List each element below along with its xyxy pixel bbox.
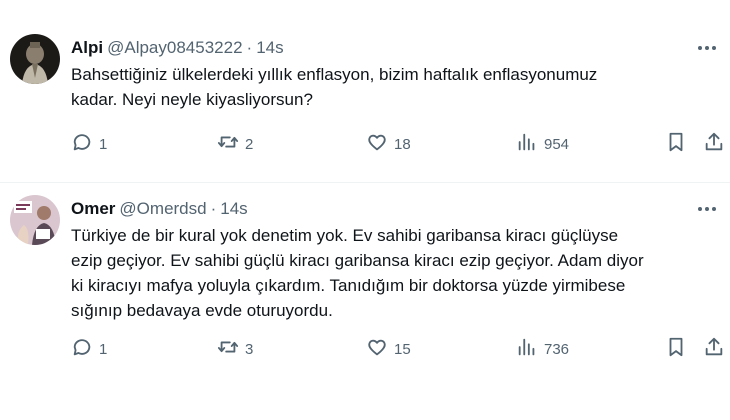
more-icon[interactable] [696,200,718,218]
tweet-text-line: Türkiye de bir kural yok denetim yok. Ev… [71,226,619,245]
tweet-feed: Alpi @Alpay08453222 · 14s Bahsettiğiniz ülk… [0,0,730,420]
reply-button[interactable]: 1 [71,337,107,361]
tweet-header: Omer @Omerdsd · 14s [71,198,248,220]
retweet-button[interactable]: 2 [217,132,253,156]
action-bar: 1 2 18 954 [71,132,723,156]
views-count: 736 [544,340,570,358]
reply-icon [71,131,93,157]
author-handle[interactable]: @Omerdsd [119,199,206,218]
reply-button[interactable]: 1 [71,132,107,156]
tweet-text-line: Bahsettiğiniz ülkelerdeki yıllık enflasy… [71,65,598,84]
timestamp[interactable]: 14s [256,38,283,57]
views-button[interactable]: 736 [516,337,569,361]
retweet-button[interactable]: 3 [217,337,253,361]
author-handle[interactable]: @Alpay08453222 [107,38,242,57]
tweet-text-line: sığınıp bedavaya evde oturuyordu. [71,301,333,320]
timestamp[interactable]: 14s [220,199,247,218]
tweet[interactable]: Omer @Omerdsd · 14s Türkiye de bir kural yo… [0,183,730,420]
tweet-text-line: ki kiracıyı mafya yoluyla çıkardım. Tanı… [71,276,626,295]
more-icon[interactable] [696,39,718,57]
retweet-icon [217,131,239,157]
share-button[interactable] [703,132,725,156]
avatar[interactable] [10,34,60,84]
like-count: 18 [394,135,411,153]
views-icon [516,336,538,362]
like-button[interactable]: 18 [366,132,411,156]
bookmark-button[interactable] [665,132,687,156]
tweet-text-line: ezip geçiyor. Ev sahibi güçlü kiracı gar… [71,251,644,270]
tweet-text: Türkiye de bir kural yok denetim yok. Ev… [71,223,711,323]
avatar[interactable] [10,195,60,245]
views-icon [516,131,538,157]
heart-icon [366,131,388,157]
heart-icon [366,336,388,362]
reply-count: 1 [99,135,108,153]
separator-dot: · [210,199,217,218]
author-name[interactable]: Alpi [71,38,103,57]
separator-dot: · [246,38,253,57]
tweet-text: Bahsettiğiniz ülkelerdeki yıllık enflasy… [71,62,711,112]
bookmark-icon [665,336,687,362]
tweet-text-line: kadar. Neyi neyle kiyasliyorsun? [71,90,313,109]
like-count: 15 [394,340,411,358]
retweet-icon [217,336,239,362]
action-bar: 1 3 15 736 [71,337,723,361]
share-icon [703,336,725,362]
retweet-count: 2 [245,135,254,153]
tweet[interactable]: Alpi @Alpay08453222 · 14s Bahsettiğiniz ülk… [0,22,730,182]
tweet-header: Alpi @Alpay08453222 · 14s [71,37,284,59]
bookmark-button[interactable] [665,337,687,361]
share-button[interactable] [703,337,725,361]
share-icon [703,131,725,157]
author-name[interactable]: Omer [71,199,115,218]
views-button[interactable]: 954 [516,132,569,156]
reply-count: 1 [99,340,108,358]
views-count: 954 [544,135,570,153]
bookmark-icon [665,131,687,157]
retweet-count: 3 [245,340,254,358]
like-button[interactable]: 15 [366,337,411,361]
reply-icon [71,336,93,362]
